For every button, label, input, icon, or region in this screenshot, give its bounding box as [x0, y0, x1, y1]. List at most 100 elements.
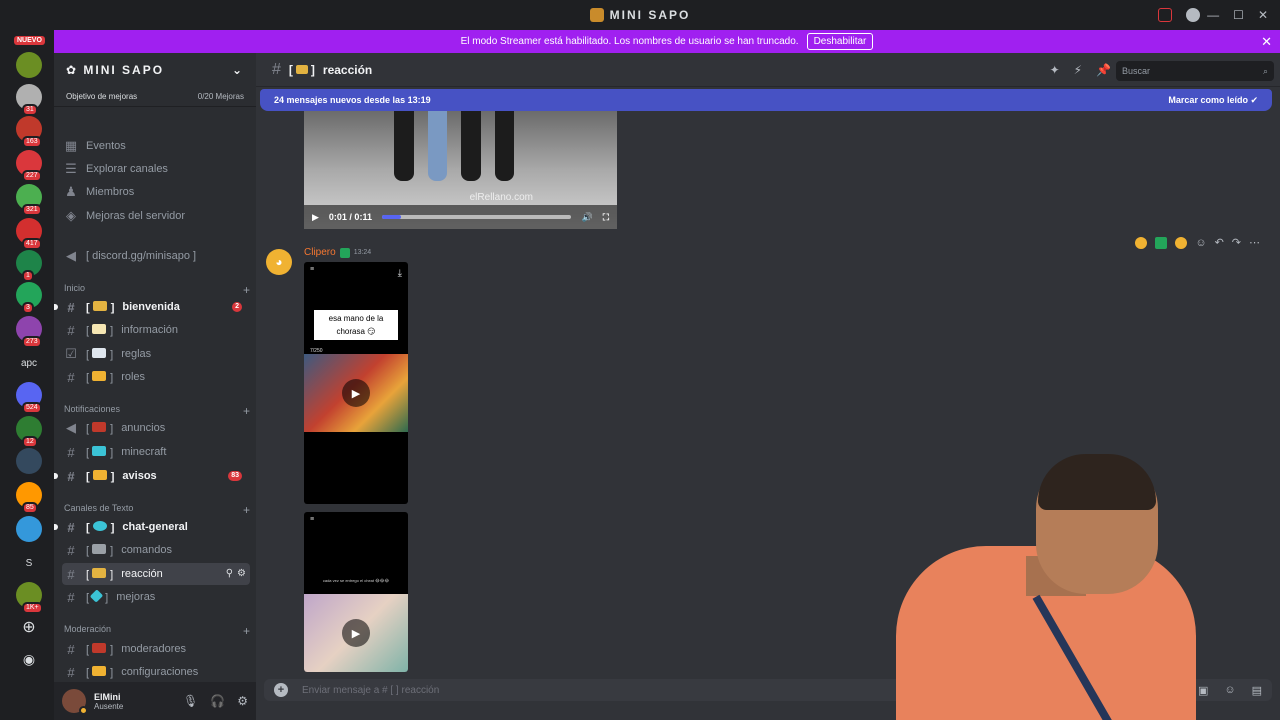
server-icon[interactable]: 163: [16, 116, 42, 148]
menu-icon[interactable]: ≡: [310, 266, 314, 273]
hash-icon: #: [67, 444, 75, 460]
channel-bienvenida[interactable]: #[ ] bienvenida 2: [54, 296, 250, 318]
more-options-icon[interactable]: ⋯: [1249, 236, 1260, 249]
close-window-button[interactable]: ✕: [1258, 8, 1268, 22]
forward-icon[interactable]: ↷: [1232, 236, 1241, 249]
apps-icon[interactable]: ▤: [1252, 684, 1262, 697]
server-icon[interactable]: [16, 448, 42, 474]
play-icon[interactable]: ▶: [342, 619, 370, 647]
megaphone-icon: ◀: [66, 420, 76, 435]
attach-plus-icon[interactable]: +: [274, 683, 288, 697]
maximize-button[interactable]: ☐: [1233, 8, 1244, 22]
channel-roles[interactable]: #[ ] roles: [62, 366, 250, 388]
video-player[interactable]: elRellano.com ▶ 0:01 / 0:11 🔊 ⛶: [304, 111, 617, 229]
sidebar-item-miembros[interactable]: ♟ Miembros: [62, 181, 250, 203]
server-icon[interactable]: 1: [16, 250, 42, 282]
add-channel-icon[interactable]: +: [243, 503, 250, 517]
category-notificaciones[interactable]: Notificaciones +: [64, 404, 250, 418]
headphones-icon[interactable]: 🎧: [210, 694, 225, 708]
server-icon[interactable]: 12: [16, 416, 42, 448]
server-icon[interactable]: 85: [16, 482, 42, 514]
sidebar-item-explorar[interactable]: ☰ Explorar canales: [62, 158, 250, 180]
mark-as-read-button[interactable]: Marcar como leído ✔: [1168, 95, 1258, 106]
category-moderacion[interactable]: Moderación +: [64, 624, 250, 638]
search-input[interactable]: Buscar ⌕: [1116, 61, 1274, 81]
channel-invite[interactable]: ◀[ discord.gg/minisapo ]: [62, 245, 250, 267]
menu-icon[interactable]: ≡: [310, 516, 314, 523]
play-icon[interactable]: ▶: [342, 379, 370, 407]
server-icon[interactable]: S: [16, 550, 42, 576]
minimize-button[interactable]: —: [1207, 8, 1219, 22]
channel-settings-icon[interactable]: ⚙: [237, 568, 246, 579]
add-server-icon[interactable]: ⊕: [16, 614, 42, 640]
reply-icon[interactable]: ↶: [1215, 236, 1224, 249]
check-reaction-icon[interactable]: [1155, 236, 1168, 249]
channel-mejoras[interactable]: #[ ] mejoras: [62, 586, 250, 608]
new-messages-bar[interactable]: 24 mensajes nuevos desde las 13:19 Marca…: [260, 89, 1272, 111]
close-banner-icon[interactable]: ✕: [1261, 34, 1272, 50]
add-reaction-icon[interactable]: ☺: [1195, 237, 1206, 249]
channel-chat-general[interactable]: #[ ] chat-general: [54, 516, 250, 538]
hash-icon: #: [67, 589, 75, 605]
video-attachment[interactable]: ≡ cada vez se entrego el cheat 😂😂😂 ▶: [304, 512, 408, 672]
chevron-down-icon: ⌄: [231, 63, 244, 77]
server-icon[interactable]: apc: [16, 350, 42, 376]
video-progress-bar[interactable]: [381, 215, 572, 219]
server-icon[interactable]: 31: [16, 84, 42, 116]
channel-avisos[interactable]: #[ ] avisos 83: [54, 465, 250, 487]
add-channel-icon[interactable]: +: [243, 624, 250, 638]
server-icon[interactable]: 524: [16, 382, 42, 414]
video-controls: ▶ 0:01 / 0:11 🔊 ⛶: [304, 205, 617, 229]
server-icon[interactable]: 1K+: [16, 582, 43, 614]
add-channel-icon[interactable]: +: [243, 283, 250, 297]
hash-icon: #: [67, 566, 75, 582]
channel-comandos[interactable]: #[ ] comandos: [62, 539, 250, 561]
invite-member-icon[interactable]: ⚲: [226, 568, 233, 579]
download-icon[interactable]: ⤓: [398, 268, 402, 279]
server-icon[interactable]: 321: [16, 184, 42, 216]
video-attachment[interactable]: ≡ ⤓ esa mano de la chorasa 😏 7/250 ▶: [304, 262, 408, 504]
emoji-picker-icon[interactable]: ☺: [1224, 684, 1235, 697]
channel-reaccion[interactable]: #[ ] reacción ⚲ ⚙: [62, 563, 250, 585]
play-icon[interactable]: ▶: [312, 212, 319, 223]
newspaper-emoji-icon: [92, 421, 107, 432]
help-icon[interactable]: [1186, 8, 1200, 22]
settings-gear-icon[interactable]: ⚙: [237, 694, 248, 708]
author-avatar[interactable]: ◕: [266, 249, 292, 275]
volume-icon[interactable]: 🔊: [581, 212, 592, 223]
server-icon[interactable]: [16, 516, 42, 542]
channel-informacion[interactable]: #[ ] información: [62, 319, 250, 341]
channel-reglas[interactable]: ☑[ ] reglas: [62, 343, 250, 365]
server-icon[interactable]: 273: [16, 316, 42, 348]
server-badge: 1K+: [22, 602, 43, 614]
disable-streamer-button[interactable]: Deshabilitar: [806, 33, 874, 50]
video-time: 0:01 / 0:11: [328, 212, 372, 222]
add-channel-icon[interactable]: +: [243, 404, 250, 418]
discover-icon[interactable]: ◉: [16, 646, 42, 672]
server-icon[interactable]: [16, 52, 42, 78]
channel-anuncios[interactable]: ◀[ ] anuncios: [62, 417, 250, 439]
server-icon[interactable]: 417: [16, 218, 42, 250]
video-progress-fill: [381, 215, 401, 219]
sidebar-item-mejoras-servidor[interactable]: ◈ Mejoras del servidor: [62, 205, 250, 227]
server-icon[interactable]: 3: [16, 282, 42, 314]
mute-notifications-icon[interactable]: ⚡: [1074, 63, 1082, 77]
server-header[interactable]: ✿ MINI SAPO ⌄: [54, 53, 256, 87]
laugh-reaction-icon[interactable]: [1135, 236, 1148, 249]
author-name[interactable]: Clipero: [304, 247, 336, 258]
inbox-icon[interactable]: [1158, 8, 1172, 22]
sidebar-item-eventos[interactable]: ▦ Eventos: [62, 135, 250, 157]
channel-minecraft[interactable]: #[ ] minecraft: [62, 441, 250, 463]
channel-configuraciones[interactable]: #[ ] configuraciones: [62, 661, 250, 683]
channel-moderadores[interactable]: #[ ] moderadores: [62, 638, 250, 660]
threads-icon[interactable]: ✦: [1050, 63, 1060, 77]
category-canales-texto[interactable]: Canales de Texto +: [64, 503, 250, 517]
joy-reaction-icon[interactable]: [1175, 236, 1188, 249]
microphone-icon[interactable]: 🎙: [183, 694, 198, 708]
server-icon[interactable]: 227: [16, 150, 42, 182]
category-inicio[interactable]: Inicio +: [64, 283, 250, 297]
pin-icon[interactable]: 📌: [1096, 63, 1111, 77]
fullscreen-icon[interactable]: ⛶: [603, 212, 609, 223]
avatar[interactable]: [62, 689, 88, 715]
boost-goal[interactable]: Objetivo de mejoras 0/20 Mejoras: [54, 87, 256, 107]
